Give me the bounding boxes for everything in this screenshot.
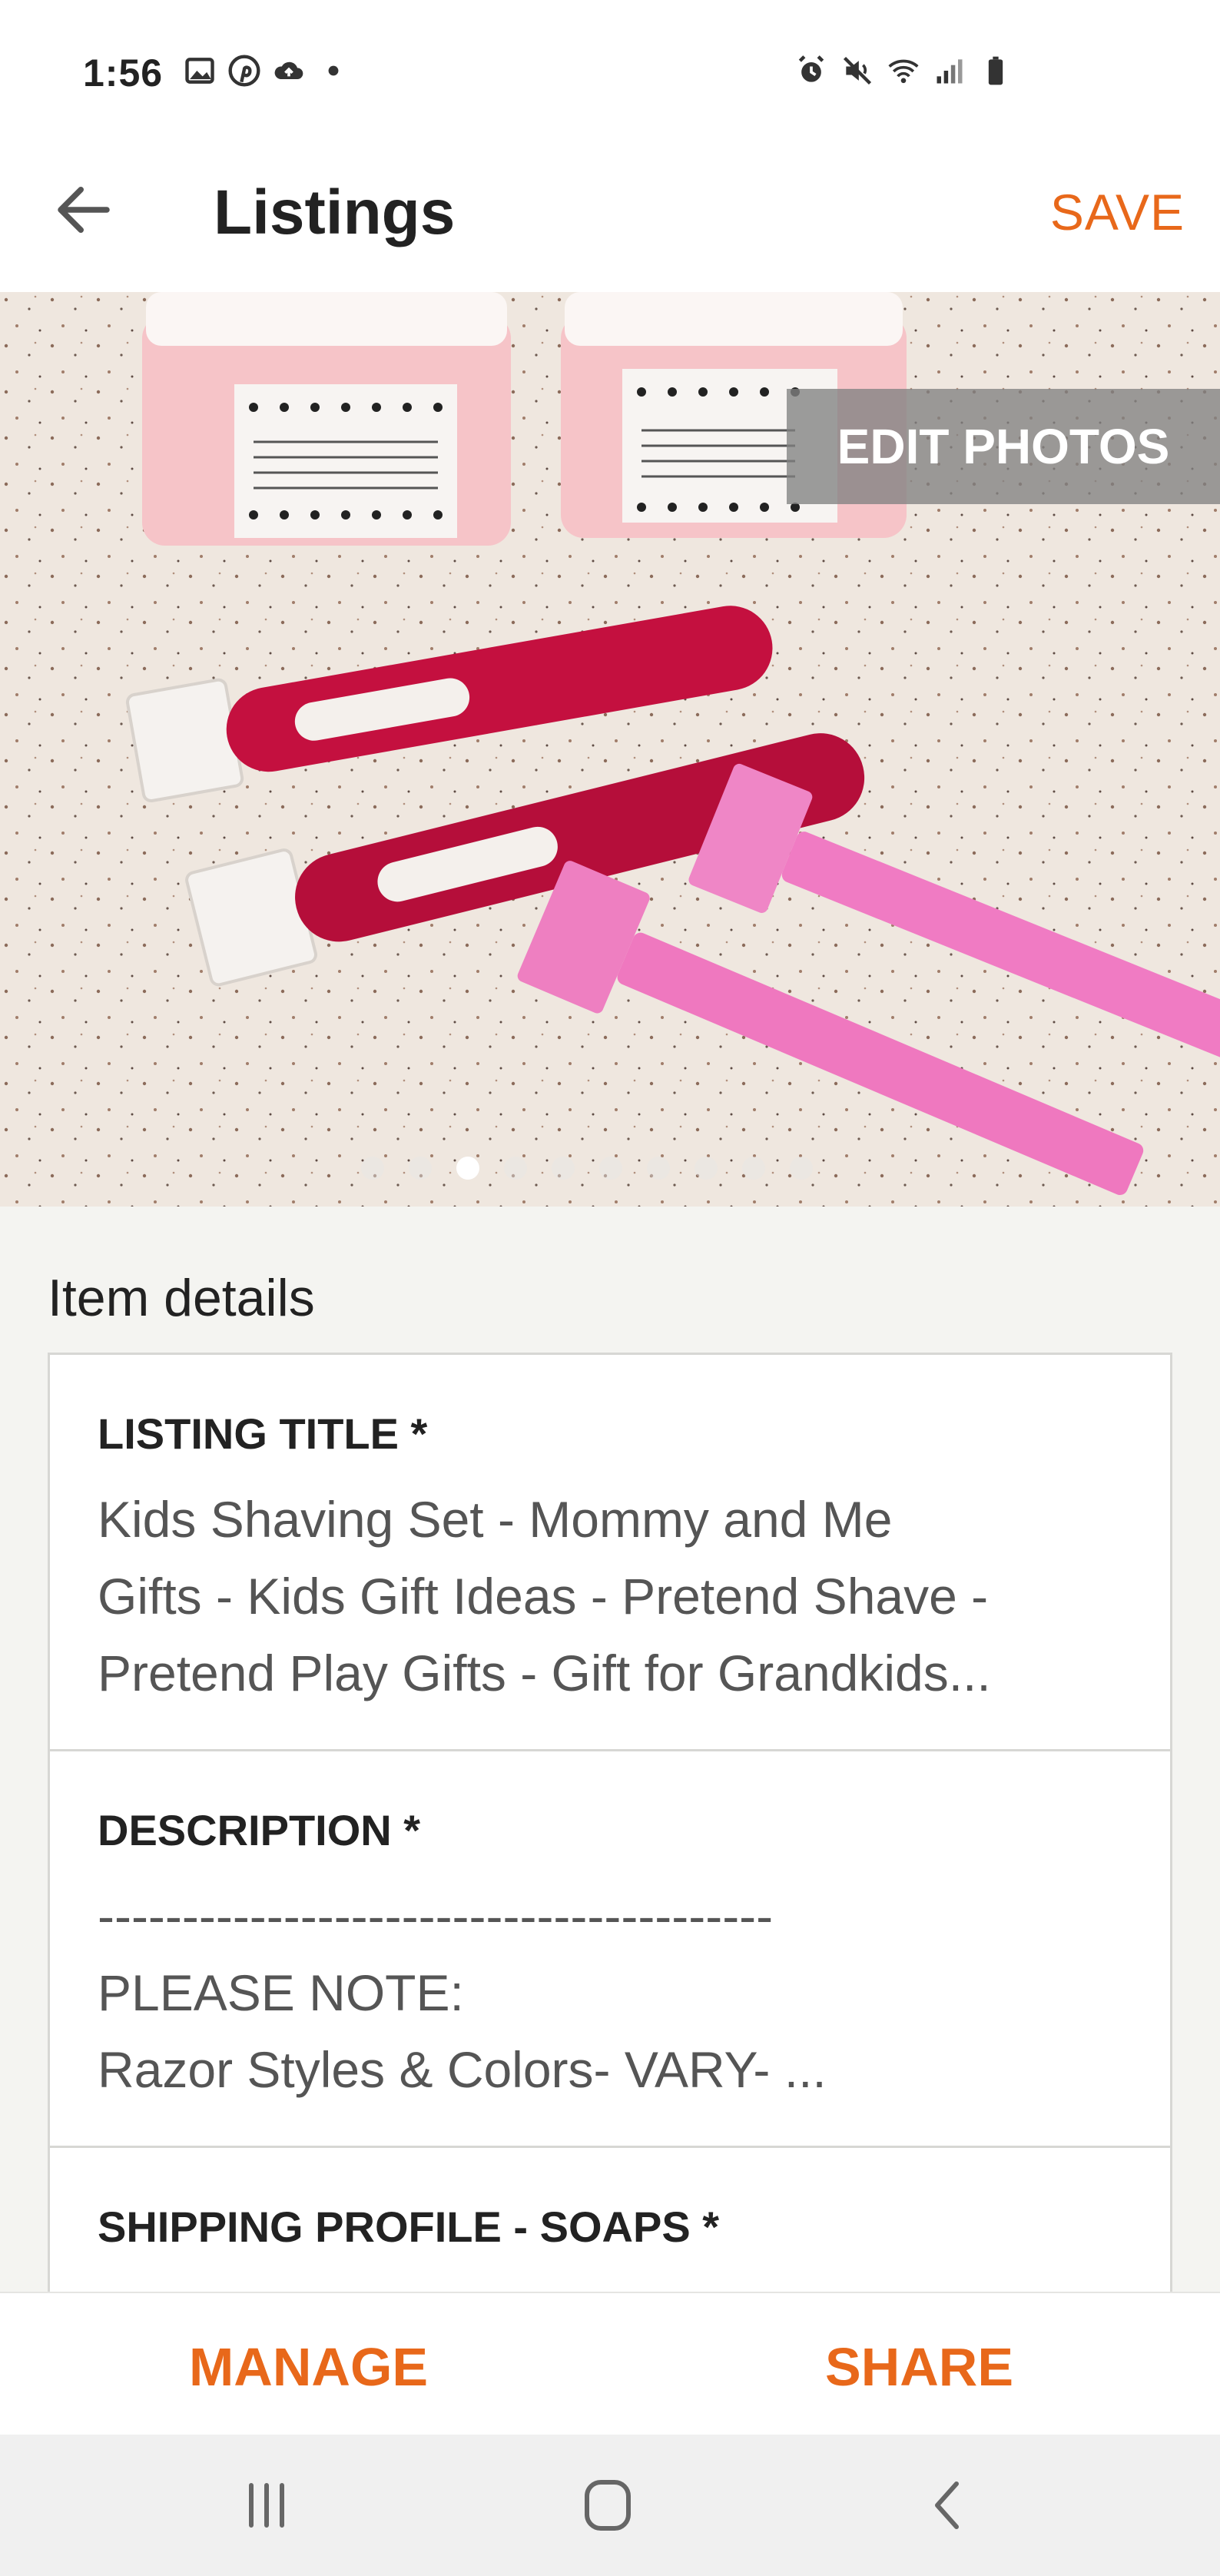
listing-title-field[interactable]: LISTING TITLE * Kids Shaving Set - Mommy… [48, 1353, 1172, 1752]
status-bar: 1:56 [0, 0, 1220, 146]
listing-title-label: LISTING TITLE * [98, 1409, 428, 1458]
pagination-dot [599, 1157, 622, 1180]
description-value: ----------------------------------------… [98, 1877, 1126, 2108]
page-title: Listings [214, 178, 456, 247]
battery-icon [979, 54, 1013, 88]
pagination-dot [742, 1157, 765, 1180]
listing-title-line: Gifts - Kids Gift Ideas - Pretend Shave … [98, 1568, 989, 1625]
save-button[interactable]: SAVE [1050, 183, 1185, 241]
dot-icon [317, 54, 350, 88]
description-line: PLEASE NOTE: [98, 1964, 464, 2021]
manage-button[interactable]: MANAGE [189, 2336, 428, 2398]
edit-photos-button[interactable]: EDIT PHOTOS [787, 389, 1220, 504]
status-right-icons [794, 54, 1013, 88]
pagination-dot [409, 1157, 432, 1180]
back-arrow-icon [58, 187, 110, 233]
recents-icon [249, 2483, 284, 2528]
status-time: 1:56 [83, 51, 164, 95]
pinterest-icon [227, 54, 261, 88]
wifi-icon [887, 54, 920, 88]
pagination-dot [552, 1157, 575, 1180]
pagination-dot [504, 1157, 527, 1180]
pagination-dot [695, 1157, 718, 1180]
signal-icon [933, 54, 966, 88]
cloud-upload-icon [272, 54, 306, 88]
recents-button[interactable] [232, 2475, 301, 2536]
description-line: Razor Styles & Colors- VARY- ... [98, 2041, 827, 2098]
pagination-dot [361, 1157, 384, 1180]
listing-title-line: Kids Shaving Set - Mommy and Me [98, 1491, 893, 1548]
pagination-dot [647, 1157, 670, 1180]
pagination-dot-active [456, 1157, 479, 1180]
back-button[interactable] [49, 175, 118, 244]
home-button[interactable] [573, 2475, 642, 2536]
pagination-dot [790, 1157, 813, 1180]
shipping-profile-label: SHIPPING PROFILE - SOAPS * [98, 2203, 720, 2251]
system-back-button[interactable] [914, 2475, 983, 2536]
status-left-icons [183, 54, 350, 88]
description-label: DESCRIPTION * [98, 1806, 421, 1854]
photo-pagination [361, 1157, 813, 1180]
description-line: ---------------------------------------- [98, 1887, 774, 1944]
app-bar [0, 146, 1220, 292]
section-title: Item details [48, 1269, 315, 1327]
screen: 1:56 Listings SAVE EDIT PHOTOS Item deta… [0, 0, 1220, 2576]
mute-icon [840, 54, 874, 88]
listing-title-line: Pretend Play Gifts - Gift for Grandkids.… [98, 1645, 991, 1701]
action-bar [0, 2292, 1220, 2435]
back-icon [935, 2481, 959, 2529]
alarm-icon [794, 54, 828, 88]
description-field[interactable]: DESCRIPTION * --------------------------… [48, 1749, 1172, 2149]
listing-title-value: Kids Shaving Set - Mommy and Me Gifts - … [98, 1481, 1126, 1711]
gallery-icon [183, 54, 217, 88]
home-icon [585, 2480, 631, 2531]
share-button[interactable]: SHARE [825, 2336, 1013, 2398]
